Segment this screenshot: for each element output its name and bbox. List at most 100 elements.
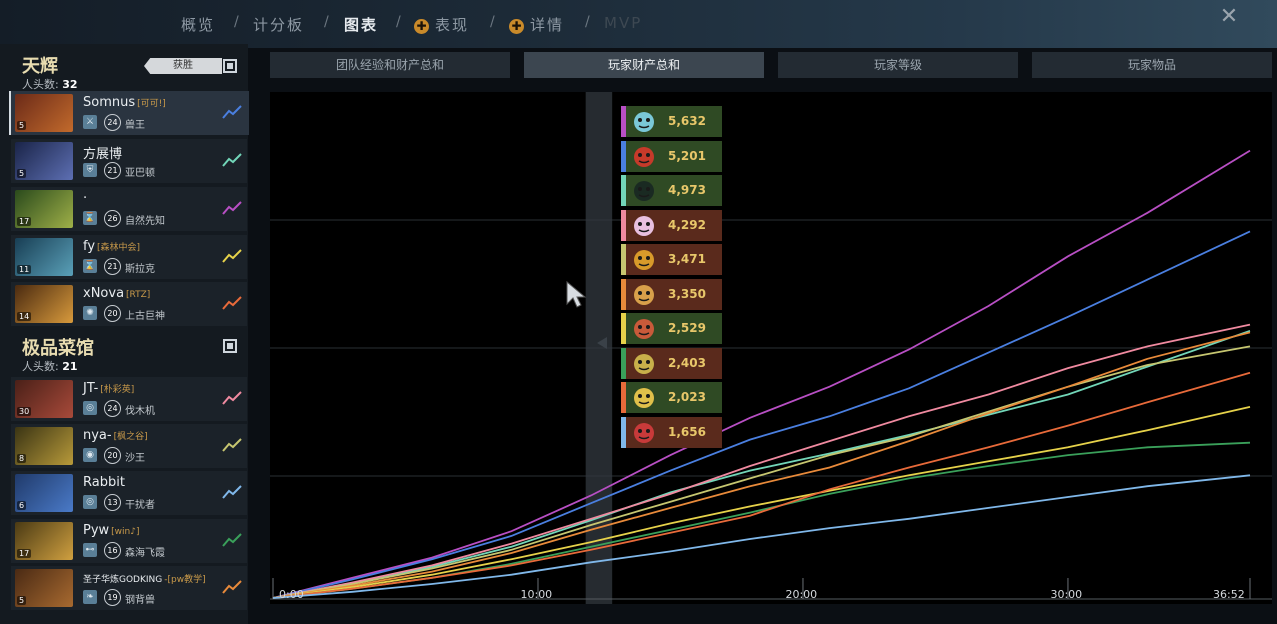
series-line [272,329,1251,599]
team-toggle-radiant[interactable] [223,59,237,73]
graph-toggle-icon[interactable] [221,578,243,596]
tooltip-pointer-icon [597,337,607,349]
player-row[interactable]: 17 · ⌛ 26 自然先知 [11,187,247,231]
target-icon: ◎ [83,495,97,509]
graph-tab[interactable]: 玩家物品 [1032,52,1272,78]
spiral-icon: ✺ [83,306,97,320]
graph-toggle-icon[interactable] [221,151,243,169]
tab-scoreboard[interactable]: 计分板 [253,14,304,35]
x-tick-label: 10:00 [520,588,553,601]
graph-tab[interactable]: 玩家等级 [778,52,1018,78]
hero-name: 伐木机 [125,406,155,417]
player-row[interactable]: 5 Somnus [可可!] ⚔ 24 兽王 [9,91,249,135]
team-kills-radiant: 人头数: 32 [22,78,78,91]
player-tag: [win♪] [111,527,140,537]
legend-swatch [621,244,626,275]
graph-toggle-icon[interactable] [221,389,243,407]
player-level: 21 [104,162,121,179]
portrait-level: 11 [17,265,32,274]
hero-portrait: 30 [15,380,73,418]
eye-icon: ◉ [83,448,97,462]
player-tag: -[pw教学] [164,575,206,585]
legend-value: 4,292 [668,217,706,232]
graph-tab[interactable]: 玩家财产总和 [524,52,764,78]
hero-name: 钢背兽 [125,595,155,606]
graph-tab[interactable]: 团队经验和财产总和 [270,52,510,78]
graph-toggle-icon[interactable] [221,103,243,121]
graph-toggle-icon[interactable] [221,436,243,454]
tab-graphs[interactable]: 图表 [344,14,378,35]
player-level: 24 [104,400,121,417]
player-row[interactable]: 30 JT- [朴彩英] ◎ 24 伐木机 [11,377,247,421]
graph-toggle-icon[interactable] [221,247,243,265]
mouse-cursor-icon [566,280,587,308]
player-name: xNova [RTZ] [83,286,151,301]
plus-icon: ✚ [509,19,524,34]
player-tag: [RTZ] [126,290,151,300]
hero-portrait: 11 [15,238,73,276]
player-name: JT- [朴彩英] [83,381,135,396]
team-name-radiant: 天辉 [22,56,58,77]
player-row[interactable]: 17 Pyw [win♪] ⊷ 16 森海飞霞 [11,519,247,563]
player-level: 24 [104,114,121,131]
player-row[interactable]: 8 nya- [枫之谷] ◉ 20 沙王 [11,424,247,468]
portrait-level: 8 [17,454,27,463]
hero-portrait: 8 [15,427,73,465]
tab-performance[interactable]: ✚ 表现 [414,14,469,35]
tab-overview[interactable]: 概览 [181,14,215,35]
close-icon[interactable]: ✕ [1218,6,1240,28]
player-row[interactable]: 6 Rabbit ◎ 13 干扰者 [11,471,247,515]
legend-row: 3,350 [621,278,722,310]
gold-line-chart [270,92,1272,604]
player-level: 16 [104,542,121,559]
player-name: 方展博 [83,147,123,162]
legend-row: 4,292 [621,209,722,241]
legend-value: 1,656 [668,424,706,439]
team-toggle-dire[interactable] [223,339,237,353]
legend-swatch [621,175,626,206]
nav-separator: / [490,14,495,30]
hero-name: 自然先知 [125,216,165,227]
player-row[interactable]: 11 fy [森林中会] ⌛ 21 斯拉克 [11,235,247,279]
radiant-team-header: 天辉 人头数: 32 获胜 [0,48,248,94]
legend-value: 5,201 [668,148,706,163]
tab-details-label: 详情 [530,16,565,34]
player-name: Somnus [可可!] [83,95,166,110]
sword-icon: ⚔ [83,115,97,129]
legend-row: 1,656 [621,416,722,448]
legend-swatch [621,209,626,241]
portrait-level: 5 [17,169,27,178]
hero-name: 沙王 [125,453,145,464]
series-line [272,331,1251,599]
legend-swatch [621,382,626,413]
player-row[interactable]: 14 xNova [RTZ] ✺ 20 上古巨神 [11,282,247,326]
graph-toggle-icon[interactable] [221,199,243,217]
shield-icon: ⛨ [83,163,97,177]
hero-face-icon [634,112,654,132]
legend-swatch [621,313,626,344]
legend-row: 2,529 [621,313,722,344]
player-name: · [83,191,88,206]
graph-toggle-icon[interactable] [221,294,243,312]
legend-value: 5,632 [668,114,706,128]
player-row[interactable]: 5 圣子华炼GODKING -[pw教学] ❧ 19 钢背兽 [11,566,247,610]
legend-swatch [621,140,626,172]
hero-name: 上古巨神 [125,311,165,322]
target-icon: ◎ [83,401,97,415]
player-row[interactable]: 5 方展博 ⛨ 21 亚巴顿 [11,139,247,183]
hero-portrait: 6 [15,474,73,512]
portrait-level: 14 [17,312,32,321]
graph-toggle-icon[interactable] [221,531,243,549]
hero-face-icon [634,146,654,167]
tab-mvp[interactable]: MVP [604,14,642,32]
tab-details[interactable]: ✚ 详情 [509,14,564,35]
hero-face-icon [634,215,654,236]
legend-swatch [621,278,626,310]
hero-name: 斯拉克 [125,264,155,275]
top-navigation: 概览 / 计分板 / 图表 / ✚ 表现 / ✚ 详情 / MVP ✕ [0,0,1277,48]
hero-portrait: 17 [15,190,73,228]
graph-toggle-icon[interactable] [221,483,243,501]
player-name: Rabbit [83,475,125,490]
hero-portrait: 5 [15,94,73,132]
gold-graph [270,92,1272,604]
